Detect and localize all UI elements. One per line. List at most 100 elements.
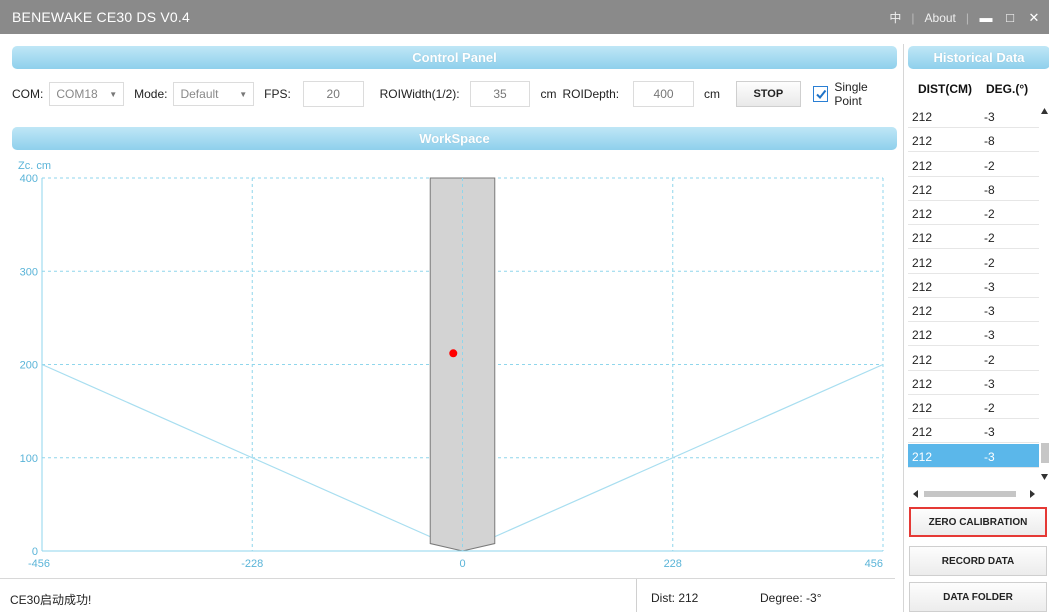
table-row[interactable]: 212 -3 (908, 298, 1039, 322)
table-row[interactable]: 212 -8 (908, 128, 1039, 153)
dist-cell: 212 (912, 376, 933, 391)
checkmark-icon (815, 89, 826, 100)
record-data-button[interactable]: RECORD DATA (909, 546, 1047, 576)
roi-depth-label: ROIDepth: (562, 87, 620, 101)
deg-cell: -3 (984, 279, 995, 294)
dist-cell: 212 (912, 134, 933, 149)
table-row[interactable]: 212 -2 (908, 153, 1039, 177)
mode-label: Mode: (134, 87, 168, 101)
table-row[interactable]: 212 -2 (908, 347, 1039, 371)
deg-cell: -2 (984, 352, 995, 367)
dist-cell: 212 (912, 401, 933, 415)
y-tick-label: 400 (20, 173, 38, 185)
divider (636, 579, 637, 612)
dist-cell: 212 (912, 255, 933, 270)
com-value: COM18 (56, 87, 98, 101)
table-row[interactable]: 212 -3 (908, 274, 1039, 298)
zero-calibration-button[interactable]: ZERO CALIBRATION (909, 507, 1047, 537)
language-toggle[interactable]: 中 (889, 9, 901, 26)
dist-cell: 212 (912, 231, 933, 246)
dist-cell: 212 (912, 182, 933, 197)
horizontal-scrollbar[interactable] (912, 488, 1037, 500)
dist-cell: 212 (912, 449, 933, 464)
x-tick-label: -228 (241, 558, 263, 570)
mode-value: Default (180, 87, 219, 101)
status-message: CE30启动成功! (10, 593, 92, 607)
col-dist-header: DIST(CM) (918, 82, 972, 96)
com-select[interactable]: COM18 ▼ (49, 82, 125, 106)
app-title: BENEWAKE CE30 DS V0.4 (12, 9, 190, 25)
degree-readout: Degree: -3° (760, 591, 822, 605)
dist-cell: 212 (912, 425, 933, 440)
history-list[interactable]: 212 -3 212 -8 212 -2 212 -8 212 -2 212 -2 212 -2 212 -3… (908, 104, 1039, 468)
close-icon[interactable]: ✕ (1027, 10, 1041, 25)
table-row[interactable]: 212 -3 (908, 322, 1039, 347)
deg-cell: -3 (984, 304, 995, 318)
roi-depth-unit: cm (703, 87, 720, 101)
deg-cell: -2 (984, 401, 995, 415)
deg-cell: -3 (984, 110, 995, 124)
single-point-label: Single Point (834, 80, 868, 108)
status-bar: CE30启动成功! Dist: 212 Degree: -3° (0, 578, 895, 612)
table-row[interactable]: 212 -2 (908, 395, 1039, 419)
single-point-toggle[interactable]: Single Point (812, 80, 897, 108)
chevron-down-icon: ▼ (109, 89, 118, 99)
deg-cell: -2 (984, 207, 995, 221)
table-row[interactable]: 212 -3 (908, 104, 1039, 128)
table-row[interactable]: 212 -2 (908, 250, 1039, 274)
dist-cell: 212 (912, 158, 933, 173)
scroll-up-icon[interactable] (1041, 108, 1048, 114)
data-point (449, 349, 458, 358)
roi-width-unit: cm (540, 87, 557, 101)
dist-readout: Dist: 212 (651, 591, 699, 605)
scroll-down-icon[interactable] (1041, 474, 1048, 480)
workspace-header: WorkSpace (12, 127, 897, 150)
maximize-icon[interactable]: □ (1003, 10, 1017, 25)
dist-cell: 212 (912, 328, 933, 343)
table-row[interactable]: 212 -8 (908, 177, 1039, 201)
deg-cell: -8 (984, 182, 995, 197)
fps-input[interactable]: 20 (302, 81, 364, 107)
hscrollbar-thumb[interactable] (924, 491, 1016, 497)
data-folder-button[interactable]: DATA FOLDER (909, 582, 1047, 612)
col-deg-header: DEG.(°) (986, 82, 1029, 96)
table-row[interactable]: 212 -2 (908, 201, 1039, 225)
fps-label: FPS: (264, 87, 291, 101)
about-link[interactable]: About (925, 11, 956, 25)
minimize-icon[interactable]: ▬ (979, 10, 993, 25)
scroll-left-icon[interactable] (913, 490, 918, 498)
title-bar-controls: 中 | About | ▬ □ ✕ (889, 9, 1041, 26)
deg-cell: -3 (984, 449, 995, 464)
roi-depth-input[interactable]: 400 (633, 81, 694, 107)
deg-cell: -2 (984, 255, 995, 270)
scrollbar-thumb[interactable] (1041, 443, 1049, 463)
historical-data-header: Historical Data (908, 46, 1049, 69)
deg-cell: -3 (984, 376, 995, 391)
control-row: COM: COM18 ▼ Mode: Default ▼ FPS: 20 ROI… (12, 79, 897, 109)
chevron-down-icon: ▼ (239, 89, 248, 99)
stop-button[interactable]: STOP (735, 81, 801, 107)
dist-cell: 212 (912, 279, 933, 294)
control-panel-header: Control Panel (12, 46, 897, 69)
y-tick-label: 0 (32, 546, 38, 558)
historical-panel: Historical Data DIST(CM) DEG.(°) 212 -3 21… (903, 44, 1049, 612)
dist-cell: 212 (912, 110, 933, 124)
x-tick-label: 456 (865, 558, 883, 570)
table-row[interactable]: 212 -3 (908, 371, 1039, 395)
deg-cell: -3 (984, 425, 995, 440)
y-tick-label: 300 (20, 266, 38, 278)
single-point-checkbox[interactable] (812, 86, 829, 102)
table-row[interactable]: 212 -3 (908, 443, 1039, 468)
dist-cell: 212 (912, 304, 933, 318)
deg-cell: -2 (984, 231, 995, 246)
mode-select[interactable]: Default ▼ (173, 82, 255, 106)
vertical-scrollbar[interactable] (1039, 104, 1049, 480)
table-row[interactable]: 212 -2 (908, 225, 1039, 250)
deg-cell: -3 (984, 328, 995, 343)
roi-width-input[interactable]: 35 (469, 81, 531, 107)
dist-cell: 212 (912, 207, 933, 221)
deg-cell: -2 (984, 158, 995, 173)
table-row[interactable]: 212 -3 (908, 419, 1039, 444)
separator: | (911, 10, 915, 25)
scroll-right-icon[interactable] (1030, 490, 1035, 498)
